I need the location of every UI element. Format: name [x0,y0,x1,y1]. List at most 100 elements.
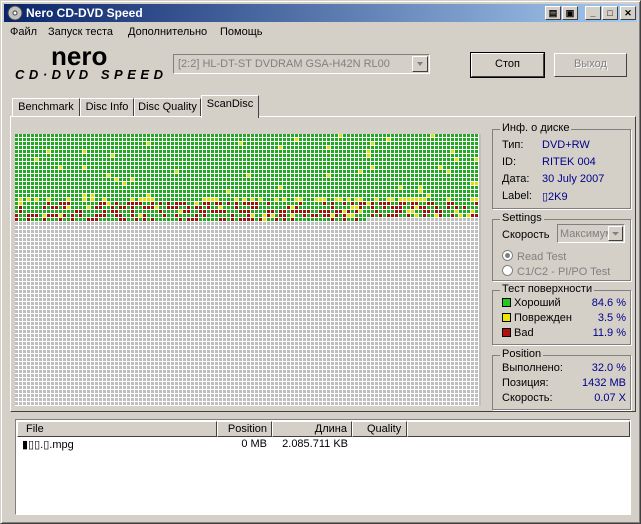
scan-block [39,302,42,305]
scan-block [299,258,302,261]
scan-block [111,298,114,301]
scan-block [447,270,450,273]
chevron-down-icon[interactable] [412,56,428,72]
scan-block [27,150,30,153]
scan-block [423,250,426,253]
scan-block [155,182,158,185]
scan-block [23,238,26,241]
scan-block [27,138,30,141]
scan-block [43,254,46,257]
menu-run-test[interactable]: Запуск теста [48,26,113,38]
scan-block [119,230,122,233]
scan-block [307,242,310,245]
scan-block [151,278,154,281]
minimize-button[interactable]: _ [585,6,601,20]
scan-block [139,134,142,137]
scan-block [395,146,398,149]
scan-block [87,138,90,141]
scan-block [355,198,358,201]
scan-block [39,286,42,289]
scan-block [47,186,50,189]
scan-block [239,234,242,237]
scan-block [263,154,266,157]
scan-block [347,222,350,225]
scan-block [195,186,198,189]
tab-disc-quality[interactable]: Disc Quality [134,98,201,117]
book-icon[interactable]: ▤ [545,6,561,20]
scan-block [219,234,222,237]
drive-select[interactable]: [2:2] HL-DT-ST DVDRAM GSA-H42N RL00 [173,54,430,74]
scan-block [191,202,194,205]
scan-block [87,278,90,281]
scan-block [467,274,470,277]
scan-block [199,178,202,181]
scan-block [83,294,86,297]
scan-block [431,138,434,141]
tab-benchmark[interactable]: Benchmark [12,98,80,117]
scan-block [271,278,274,281]
save-icon[interactable]: ▣ [562,6,578,20]
tab-disc-info[interactable]: Disc Info [80,98,134,117]
scan-block [287,134,290,137]
scan-block [27,186,30,189]
scan-block [43,262,46,265]
scan-block [179,258,182,261]
scan-block [83,250,86,253]
scan-block [395,158,398,161]
scan-block [279,274,282,277]
scan-block [31,170,34,173]
scan-block [267,282,270,285]
scan-block [411,266,414,269]
scan-block [335,206,338,209]
scan-block [135,242,138,245]
scan-block [75,178,78,181]
scan-block [323,222,326,225]
scan-block [299,198,302,201]
scan-block [251,254,254,257]
close-button[interactable]: ✕ [620,6,636,20]
scan-block [259,146,262,149]
scan-block [367,162,370,165]
scan-block [379,290,382,293]
scan-block [251,174,254,177]
scan-block [323,138,326,141]
scan-block [459,294,462,297]
scan-block [303,182,306,185]
scan-block [443,226,446,229]
menu-help[interactable]: Помощь [220,26,263,38]
scan-block [355,290,358,293]
menu-extra[interactable]: Дополнительно [128,26,207,38]
scan-block [263,198,266,201]
scan-block [355,222,358,225]
scan-block [351,282,354,285]
scan-block [163,270,166,273]
scan-block [419,290,422,293]
scan-block [247,158,250,161]
maximize-button[interactable]: □ [602,6,618,20]
scan-block [287,186,290,189]
scan-block [279,210,282,213]
menu-file[interactable]: Файл [10,26,37,38]
stop-button[interactable]: Стоп [470,52,545,78]
tab-scandisc[interactable]: ScanDisc [201,95,259,118]
scan-block [475,282,478,285]
scan-block [175,246,178,249]
scan-block [191,222,194,225]
scan-block [275,158,278,161]
scan-block [103,158,106,161]
scan-block [123,302,126,305]
scan-block [463,242,466,245]
scan-block [355,194,358,197]
exit-button[interactable]: Выход [554,53,627,77]
scan-block [443,194,446,197]
scan-block [407,182,410,185]
scan-block [183,146,186,149]
scan-block [91,266,94,269]
scan-block [475,270,478,273]
scan-block [319,206,322,209]
scan-block [279,258,282,261]
scan-block [27,290,30,293]
scan-block [35,298,38,301]
scan-block [271,226,274,229]
scan-block [19,238,22,241]
